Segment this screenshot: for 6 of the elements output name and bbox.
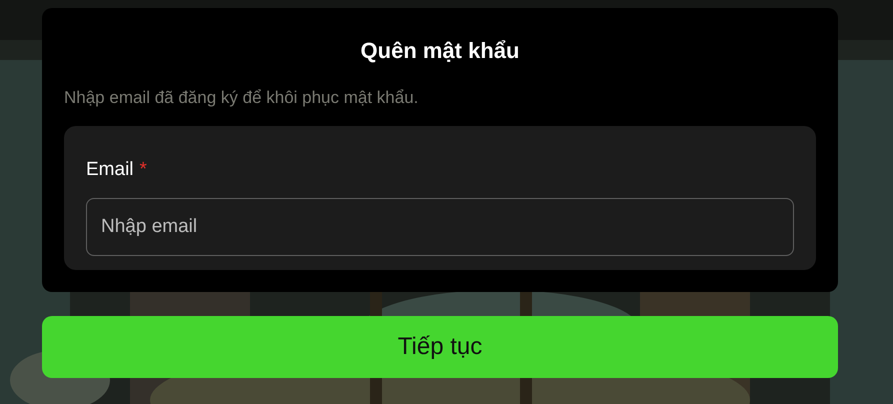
field-label: Email [86,158,134,182]
dialog-description: Nhập email đã đăng ký để khôi phục mật khẩu. [64,87,420,109]
email-field[interactable]: Nhập email [86,198,794,256]
continue-button[interactable]: Tiếp tục [42,316,838,378]
required-mark: * [140,158,147,182]
dialog-title: Quên mật khẩu [360,37,520,65]
